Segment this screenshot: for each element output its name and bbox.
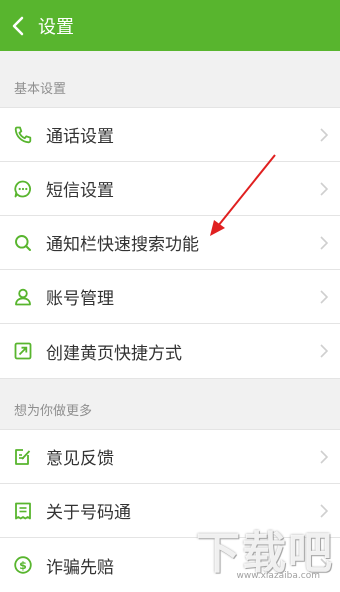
title-bar: 设置 bbox=[0, 0, 340, 51]
section-label-more: 想为你做更多 bbox=[14, 404, 93, 419]
phone-icon bbox=[14, 126, 32, 143]
call-settings-label: 通话设置 bbox=[46, 127, 114, 147]
chevron-right-icon bbox=[320, 235, 328, 250]
account-management-item[interactable]: 账号管理 bbox=[0, 270, 340, 324]
about-icon bbox=[15, 502, 31, 519]
page-title: 设置 bbox=[38, 16, 74, 38]
chevron-right-icon bbox=[320, 344, 328, 358]
svg-text:$: $ bbox=[19, 559, 27, 572]
notification-search-item[interactable]: 通知栏快速搜索功能 bbox=[0, 216, 340, 270]
back-icon bbox=[12, 16, 24, 35]
chevron-right-icon bbox=[320, 181, 328, 196]
watermark-url: www.xiazaiba.com bbox=[236, 571, 320, 581]
notification-search-label: 通知栏快速搜索功能 bbox=[46, 235, 199, 255]
compensation-icon: $ bbox=[14, 556, 32, 574]
user-icon bbox=[15, 288, 31, 305]
shortcut-icon bbox=[14, 342, 32, 360]
basic-settings-group: 通话设置 短信设置 通知栏快速搜索功能 账号管理 创建黄页快捷方式 bbox=[0, 107, 340, 379]
create-shortcut-label: 创建黄页快捷方式 bbox=[46, 343, 182, 364]
account-management-label: 账号管理 bbox=[46, 289, 114, 309]
feedback-icon bbox=[15, 448, 31, 465]
call-settings-item[interactable]: 通话设置 bbox=[0, 108, 340, 162]
chevron-right-icon bbox=[320, 289, 328, 304]
message-icon bbox=[14, 180, 31, 197]
search-icon bbox=[15, 234, 31, 251]
create-yellowpage-shortcut-item[interactable]: 创建黄页快捷方式 bbox=[0, 324, 340, 378]
about-label: 关于号码通 bbox=[46, 503, 131, 523]
feedback-item[interactable]: 意见反馈 bbox=[0, 430, 340, 484]
feedback-label: 意见反馈 bbox=[46, 449, 114, 469]
back-button[interactable] bbox=[0, 0, 36, 51]
section-label-basic: 基本设置 bbox=[14, 82, 67, 97]
fraud-compensation-label: 诈骗先赔 bbox=[46, 557, 114, 578]
chevron-right-icon bbox=[320, 127, 328, 142]
chevron-right-icon bbox=[320, 449, 328, 464]
sms-settings-label: 短信设置 bbox=[46, 181, 114, 201]
sms-settings-item[interactable]: 短信设置 bbox=[0, 162, 340, 216]
chevron-right-icon bbox=[320, 503, 328, 518]
